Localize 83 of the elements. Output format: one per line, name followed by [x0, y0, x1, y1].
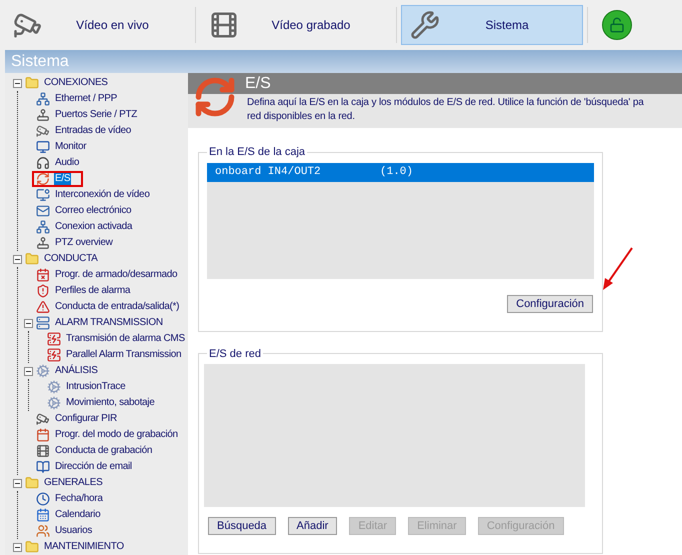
nav-tab[interactable]: Sistema: [401, 5, 583, 45]
tree-item[interactable]: Monitor: [54, 140, 88, 154]
calendar-icon: [36, 268, 50, 282]
film-reel-icon: [209, 10, 239, 40]
tree-item[interactable]: Audio: [54, 156, 80, 170]
group-legend: E/S de red: [207, 346, 263, 362]
calendar-icon: [36, 428, 50, 442]
tree-item[interactable]: Parallel Alarm Transmission: [65, 348, 182, 362]
action-button[interactable]: Búsqueda: [208, 517, 276, 535]
tree-item[interactable]: Conexion activada: [54, 220, 134, 234]
server-icon: [36, 316, 50, 330]
folder-icon: [25, 540, 39, 554]
tree-item[interactable]: Entradas de vídeo: [54, 124, 132, 138]
monitor-icon: [36, 140, 50, 154]
tree-item[interactable]: CONDUCTA: [43, 252, 99, 266]
tree-item[interactable]: Conducta de grabación: [54, 444, 154, 458]
tree-item[interactable]: CONEXIONES: [43, 76, 109, 90]
nav-tab[interactable]: Vídeo en vivo: [4, 5, 191, 45]
tree-item[interactable]: Configurar PIR: [54, 412, 118, 426]
camera-icon: [36, 124, 50, 138]
action-button[interactable]: Configuración: [507, 294, 593, 312]
network-icon: [36, 220, 50, 234]
page-title: E/S: [245, 74, 271, 94]
network-icon: [36, 92, 50, 106]
collapse-toggle[interactable]: [24, 318, 33, 328]
description-text: Defina aquí la E/S en la caja y los módulos de E/S de red. Utilice la función de 'búsqueda' pa: [247, 96, 644, 110]
gear-icon: [47, 396, 61, 410]
group-legend: En la E/S de la caja: [207, 144, 308, 160]
lock-button[interactable]: [602, 10, 632, 40]
tree-item[interactable]: Usuarios: [54, 524, 94, 538]
folder-icon: [25, 476, 39, 490]
film-icon: [36, 444, 50, 458]
headphones-icon: [36, 156, 50, 170]
tree-item[interactable]: GENERALES: [43, 476, 104, 490]
gear-icon: [36, 364, 50, 378]
server-icon: [47, 348, 61, 362]
joystick-icon: [36, 236, 50, 250]
mail-icon: [36, 204, 50, 218]
tree-item[interactable]: Dirección de email: [54, 460, 133, 474]
tree-item[interactable]: Calendario: [54, 508, 102, 522]
open-lock-icon: [609, 17, 625, 33]
monitor-icon: [36, 188, 50, 202]
server-icon: [47, 332, 61, 346]
tree-item[interactable]: PTZ overview: [54, 236, 114, 250]
warning-icon: [36, 300, 50, 314]
gear-icon: [47, 380, 61, 394]
folder-icon: [25, 252, 39, 266]
list-row[interactable]: onboard IN4/OUT2 (1.0): [207, 162, 594, 182]
nav-tab[interactable]: Vídeo grabado: [200, 5, 392, 45]
tree-item[interactable]: MANTENIMIENTO: [43, 540, 125, 554]
tree-item[interactable]: Perfiles de alarma: [54, 284, 132, 298]
calendar-icon: [36, 508, 50, 522]
tree-item[interactable]: Movimiento, sabotaje: [65, 396, 156, 410]
tree-item[interactable]: Transmisión de alarma CMS: [65, 332, 186, 346]
wrench-icon: [410, 10, 440, 40]
action-button[interactable]: Añadir: [288, 517, 338, 535]
collapse-toggle[interactable]: [13, 78, 22, 88]
collapse-toggle[interactable]: [13, 254, 22, 264]
tree-item[interactable]: ALARM TRANSMISSION: [54, 316, 164, 330]
tree-item[interactable]: IntrusionTrace: [65, 380, 126, 394]
tree-item[interactable]: Interconexión de vídeo: [54, 188, 151, 202]
tree-item[interactable]: Correo electrónico: [54, 204, 132, 218]
arrows-icon: [193, 75, 237, 119]
collapse-toggle[interactable]: [24, 366, 33, 376]
tree-item[interactable]: ANÁLISIS: [54, 364, 99, 378]
tree-item[interactable]: Ethernet / PPP: [54, 92, 118, 106]
section-title: Sistema: [5, 50, 682, 73]
clock-icon: [36, 492, 50, 506]
tree-item[interactable]: Fecha/hora: [54, 492, 104, 506]
camera-icon: [36, 412, 50, 426]
arrows-icon: [36, 172, 50, 186]
tree-item[interactable]: Progr. de armado/desarmado: [54, 268, 178, 282]
tree-item[interactable]: Conducta de entrada/salida(*): [54, 300, 180, 314]
collapse-toggle[interactable]: [13, 478, 22, 488]
users-icon: [36, 524, 50, 538]
joystick-icon: [36, 108, 50, 122]
shield-icon: [36, 284, 50, 298]
tree-item[interactable]: Progr. del modo de grabación: [54, 428, 179, 442]
book-icon: [36, 460, 50, 474]
tree-item[interactable]: Puertos Serie / PTZ: [54, 108, 138, 122]
folder-icon: [25, 76, 39, 90]
collapse-toggle[interactable]: [13, 542, 22, 552]
description-text: red disponibles en la red.: [247, 110, 355, 124]
